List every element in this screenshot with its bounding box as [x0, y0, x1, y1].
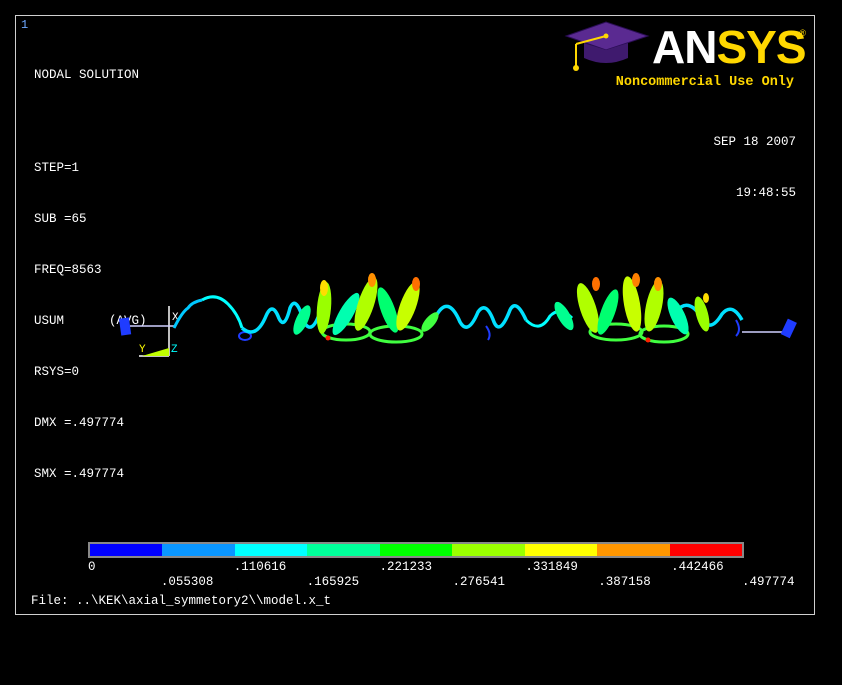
model-right-end [742, 318, 797, 339]
model-view[interactable]: Y Z X [16, 16, 814, 614]
legend-segment [524, 544, 598, 556]
legend-segment [597, 544, 670, 556]
coordinate-triad-icon: Y Z X [139, 306, 179, 357]
legend-tick-label: .221233 [379, 560, 433, 574]
legend-tick-label: .055308 [160, 575, 214, 589]
legend-segment [162, 544, 235, 556]
legend-tick-label: .387158 [598, 575, 651, 589]
model-coils [201, 273, 744, 344]
legend-tick-label: .165925 [306, 575, 360, 589]
legend-tick-label: .110616 [233, 560, 287, 574]
legend-segment [90, 544, 163, 556]
legend-segment [234, 544, 308, 556]
file-path: File: ..\KEK\axial_symmetory2\\model.x_t [31, 594, 332, 608]
legend-segment [669, 544, 742, 556]
legend-tick-label: .276541 [452, 575, 505, 589]
triad-z-label: Z [171, 344, 178, 356]
contour-legend-bar [88, 542, 744, 558]
triad-y-label: Y [139, 344, 146, 356]
legend-tick-label: .331849 [525, 560, 578, 574]
legend-tick-label: .497774 [742, 575, 795, 589]
legend-segment [452, 544, 525, 556]
graphics-window[interactable]: 1 NODAL SOLUTION STEP=1 SUB =65 FREQ=856… [15, 15, 815, 615]
legend-tick-label: 0 [88, 560, 96, 574]
legend-tick-label: .442466 [671, 560, 724, 574]
legend-segment [307, 544, 380, 556]
legend-segment [379, 544, 453, 556]
